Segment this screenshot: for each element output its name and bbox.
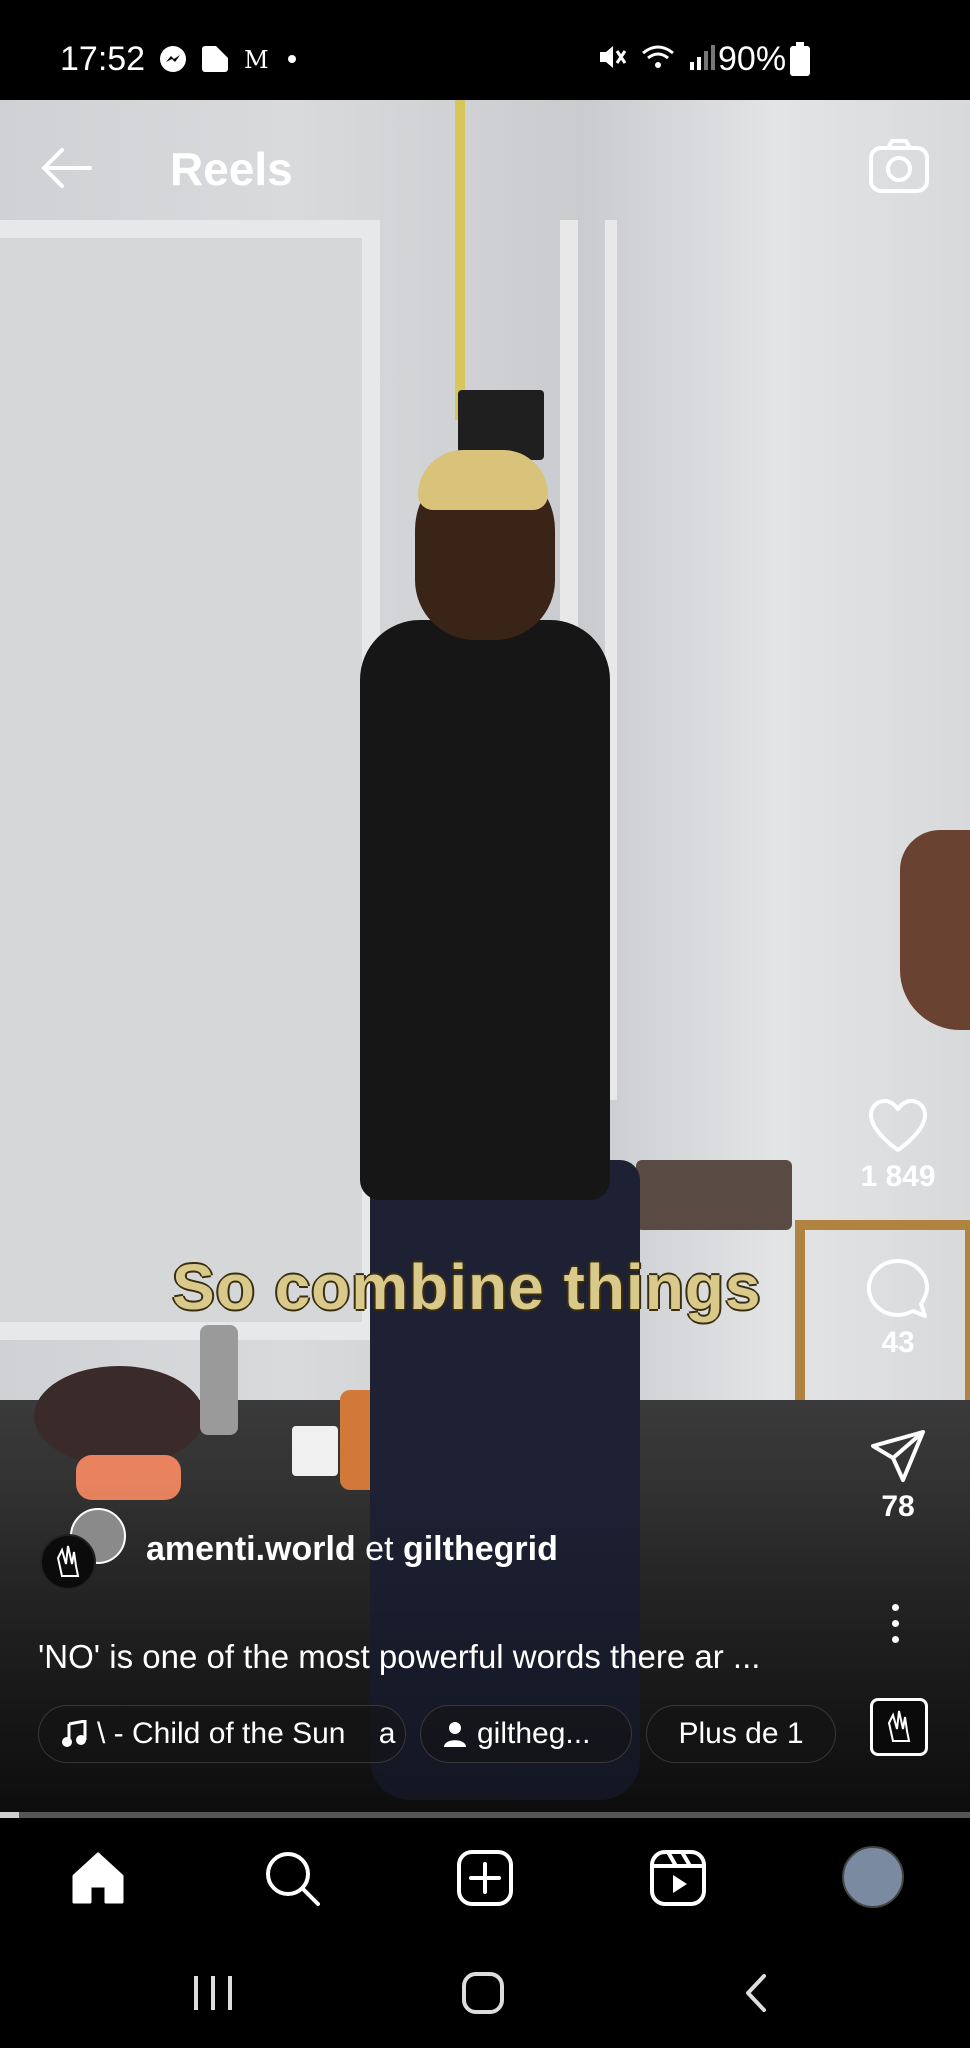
comment-count: 43 xyxy=(881,1326,915,1359)
status-bar: 17:52 M 90% xyxy=(0,0,970,100)
avatar[interactable] xyxy=(40,1534,96,1590)
status-time: 17:52 xyxy=(60,40,146,78)
hand-logo-icon xyxy=(887,1710,911,1742)
audio-thumbnail[interactable] xyxy=(870,1698,928,1756)
dot-icon xyxy=(288,55,296,63)
author-names[interactable]: amenti.world et gilthegrid xyxy=(146,1530,558,1569)
music-pill[interactable]: \ - Child of the Sun a xyxy=(38,1705,406,1763)
flipboard-icon xyxy=(202,46,228,72)
more-tags-label: Plus de 1 xyxy=(678,1717,804,1750)
comment-button[interactable]: 43 xyxy=(843,1258,953,1360)
create-icon[interactable] xyxy=(455,1848,515,1908)
battery-percent: 90% xyxy=(718,40,787,78)
bottom-nav xyxy=(0,1818,970,1938)
video-bg-arm xyxy=(900,830,970,1030)
battery-icon xyxy=(790,42,810,76)
like-button[interactable]: 1 849 xyxy=(843,1098,953,1194)
author-secondary[interactable]: gilthegrid xyxy=(403,1530,558,1568)
tagged-user-label: giltheg... xyxy=(477,1717,591,1750)
video-caption-overlay: So combine things xyxy=(172,1251,762,1323)
home-icon[interactable] xyxy=(68,1848,128,1908)
post-description[interactable]: 'NO' is one of the most powerful words t… xyxy=(38,1638,760,1676)
author-primary[interactable]: amenti.world xyxy=(146,1530,356,1568)
signal-icon xyxy=(690,45,715,70)
video-bg-cushion xyxy=(34,1366,204,1466)
wifi-icon xyxy=(642,45,674,68)
video-bg-door xyxy=(0,220,380,1340)
video-bg-thermos xyxy=(200,1325,238,1435)
back-chevron-icon[interactable] xyxy=(732,1968,782,2018)
like-count: 1 849 xyxy=(860,1160,936,1193)
author-connector: et xyxy=(365,1530,394,1568)
search-icon[interactable] xyxy=(262,1848,322,1908)
video-bg-mixer xyxy=(636,1160,792,1230)
profile-avatar[interactable] xyxy=(842,1846,904,1908)
comment-icon xyxy=(867,1259,929,1318)
video-person-hair xyxy=(418,450,548,510)
system-nav-bar xyxy=(0,1938,970,2048)
mute-icon xyxy=(600,46,627,68)
news-icon: M xyxy=(244,46,269,74)
video-bg-mug xyxy=(292,1426,338,1476)
share-button[interactable]: 78 xyxy=(843,1428,953,1524)
more-tags-pill[interactable]: Plus de 1 xyxy=(646,1705,836,1763)
tagged-user-pill[interactable]: giltheg... xyxy=(420,1705,632,1763)
recent-apps-icon[interactable] xyxy=(188,1968,238,2018)
camera-icon[interactable] xyxy=(868,138,930,194)
video-person-body xyxy=(360,620,610,1200)
messenger-icon xyxy=(160,46,186,72)
author-avatars[interactable] xyxy=(40,1508,128,1590)
page-title: Reels xyxy=(170,143,293,195)
home-circle-icon[interactable] xyxy=(458,1968,508,2018)
send-icon xyxy=(871,1430,925,1482)
status-notification-icons: M xyxy=(158,44,296,74)
music-label: \ - Child of the Sun a xyxy=(97,1717,396,1750)
heart-icon xyxy=(869,1099,927,1152)
share-count: 78 xyxy=(881,1490,915,1523)
hand-logo-icon xyxy=(56,1545,80,1577)
back-arrow-icon[interactable] xyxy=(38,146,94,190)
more-options-icon[interactable] xyxy=(888,1604,902,1648)
video-bg-pipe xyxy=(455,100,465,420)
status-system-icons xyxy=(596,42,718,72)
reels-icon[interactable] xyxy=(648,1848,708,1908)
svg-text:M: M xyxy=(244,46,269,74)
person-icon xyxy=(444,1722,466,1747)
music-note-icon xyxy=(62,1720,87,1747)
